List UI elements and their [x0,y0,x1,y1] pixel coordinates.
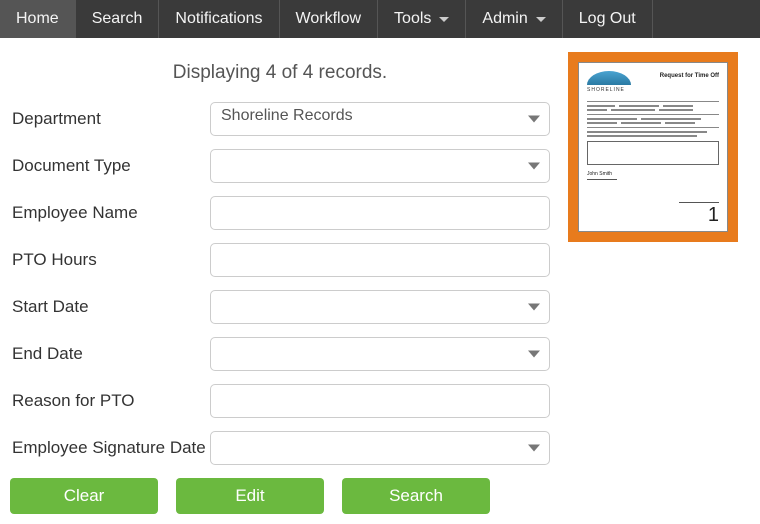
end-date-select[interactable] [210,337,550,371]
nav-admin[interactable]: Admin [466,0,562,38]
pto-hours-input[interactable] [210,243,550,277]
top-nav: Home Search Notifications Workflow Tools… [0,0,760,38]
document-thumbnail[interactable]: SHORELINE Request for Time Off John Smit… [568,52,738,242]
employee-name-input[interactable] [210,196,550,230]
chevron-down-icon [536,17,546,22]
signature-date-label: Employee Signature Date [10,438,210,458]
start-date-label: Start Date [10,297,210,317]
logo-icon [587,71,631,85]
nav-tools-label: Tools [394,10,431,28]
start-date-select[interactable] [210,290,550,324]
department-label: Department [10,109,210,129]
thumbnail-signature: John Smith [587,171,719,177]
pto-hours-label: PTO Hours [10,250,210,270]
main-area: Displaying 4 of 4 records. Department Sh… [0,38,760,524]
record-count-status: Displaying 4 of 4 records. [10,48,550,102]
document-type-select[interactable] [210,149,550,183]
signature-date-select[interactable] [210,431,550,465]
preview-panel: SHORELINE Request for Time Off John Smit… [560,38,760,524]
document-type-label: Document Type [10,156,210,176]
reason-label: Reason for PTO [10,391,210,411]
search-panel: Displaying 4 of 4 records. Department Sh… [0,38,560,524]
thumbnail-doc-title: Request for Time Off [660,73,719,79]
button-row: Clear Edit Search [10,478,550,514]
nav-home[interactable]: Home [0,0,76,38]
edit-button[interactable]: Edit [176,478,324,514]
search-button[interactable]: Search [342,478,490,514]
nav-workflow[interactable]: Workflow [280,0,379,38]
nav-tools[interactable]: Tools [378,0,466,38]
thumbnail-page: SHORELINE Request for Time Off John Smit… [578,62,728,232]
employee-name-label: Employee Name [10,203,210,223]
thumbnail-brand: SHORELINE [587,87,719,93]
nav-search[interactable]: Search [76,0,160,38]
end-date-label: End Date [10,344,210,364]
nav-admin-label: Admin [482,10,527,28]
nav-logout[interactable]: Log Out [563,0,653,38]
nav-notifications[interactable]: Notifications [159,0,279,38]
department-select[interactable]: Shoreline Records [210,102,550,136]
thumbnail-page-number: 1 [708,204,719,227]
chevron-down-icon [439,17,449,22]
reason-input[interactable] [210,384,550,418]
clear-button[interactable]: Clear [10,478,158,514]
